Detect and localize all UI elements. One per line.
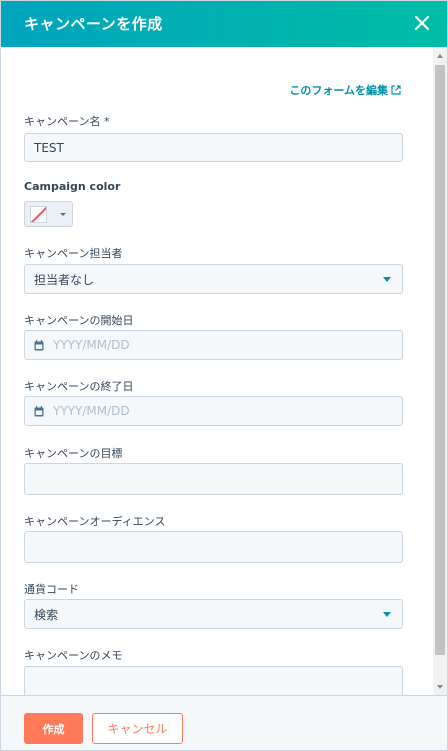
start-date-input[interactable]: YYYY/MM/DD (24, 330, 403, 360)
campaign-owner-select[interactable]: 担当者なし (24, 264, 403, 294)
external-link-icon (391, 85, 401, 95)
end-date-placeholder: YYYY/MM/DD (53, 404, 130, 418)
currency-code-value: 検索 (34, 607, 59, 622)
close-button[interactable] (411, 12, 433, 34)
start-date-placeholder: YYYY/MM/DD (53, 338, 130, 352)
scroll-thumb[interactable] (435, 65, 445, 655)
campaign-notes-input[interactable] (24, 666, 403, 695)
end-date-input[interactable]: YYYY/MM/DD (24, 396, 403, 426)
campaign-audience-label: キャンペーンオーディエンス (24, 515, 166, 528)
create-campaign-panel: キャンペーンを作成 このフォームを編集 キャンペーン名 * TEST Campa… (0, 0, 448, 751)
campaign-owner-value: 担当者なし (34, 272, 95, 287)
chevron-down-icon (60, 213, 66, 216)
calendar-icon (34, 405, 44, 417)
currency-code-select[interactable]: 検索 (24, 599, 403, 629)
campaign-color-label: Campaign color (24, 180, 121, 193)
campaign-notes-label: キャンペーンのメモ (24, 649, 123, 662)
close-icon (414, 15, 430, 31)
panel-title: キャンペーンを作成 (24, 15, 163, 33)
scroll-up-arrow-icon[interactable] (437, 54, 443, 58)
dropdown-caret-icon (383, 277, 391, 282)
start-date-label: キャンペーンの開始日 (24, 314, 134, 327)
color-swatch (30, 206, 47, 223)
end-date-label: キャンペーンの終了日 (24, 380, 134, 393)
campaign-name-input[interactable]: TEST (24, 133, 403, 162)
edit-form-link[interactable]: このフォームを編集 (289, 82, 401, 98)
create-button[interactable]: 作成 (24, 713, 83, 744)
currency-code-label: 通貨コード (24, 583, 79, 596)
panel-footer: 作成 キャンセル (1, 695, 447, 750)
no-color-slash-icon (31, 207, 46, 222)
form-body: このフォームを編集 キャンペーン名 * TEST Campaign color … (1, 47, 433, 695)
campaign-name-label: キャンペーン名 * (24, 115, 110, 128)
dropdown-caret-icon (383, 612, 391, 617)
calendar-icon (34, 339, 44, 351)
form-scrollbar[interactable] (433, 47, 447, 695)
edit-form-link-label: このフォームを編集 (289, 84, 388, 97)
panel-header: キャンペーンを作成 (1, 1, 447, 47)
cancel-button[interactable]: キャンセル (92, 713, 183, 744)
campaign-color-picker[interactable] (24, 201, 73, 227)
campaign-goal-input[interactable] (24, 463, 403, 495)
scroll-down-arrow-icon[interactable] (437, 685, 443, 689)
campaign-name-value: TEST (34, 140, 64, 155)
campaign-owner-label: キャンペーン担当者 (24, 247, 123, 260)
campaign-audience-input[interactable] (24, 531, 403, 563)
campaign-goal-label: キャンペーンの目標 (24, 447, 123, 460)
